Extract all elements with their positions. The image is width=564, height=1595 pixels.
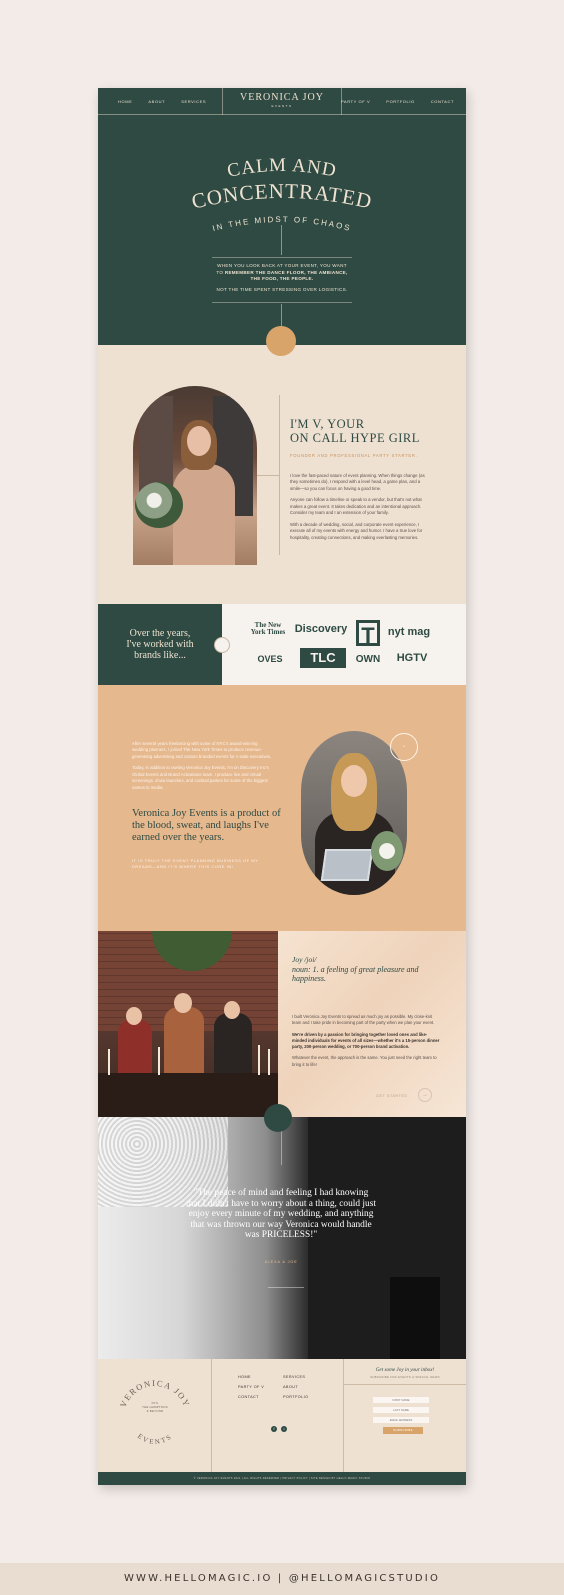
brand-logo-hgtv: HGTV: [396, 652, 428, 664]
team-photo: [98, 931, 278, 1117]
arrow-right-icon[interactable]: →: [418, 1088, 432, 1102]
footer-home-link[interactable]: HOME: [238, 1375, 283, 1379]
footer-social-icons: f ○: [271, 1426, 287, 1432]
groom-suit-shape: [390, 1277, 440, 1359]
newsletter-subtitle: SUBSCRIBE FOR EVENTS & SPECIAL NEWS: [370, 1375, 440, 1379]
brands-section: Over the years, I've worked with brands …: [98, 604, 466, 685]
email-field[interactable]: [373, 1417, 429, 1423]
veronica-photo: [301, 731, 407, 895]
team-section: Joy /joi/ noun: 1. a feeling of great pl…: [98, 931, 466, 1117]
footer-logo[interactable]: VERONICA JOY EVENTS NYC THE HAMPTONS & B…: [98, 1359, 212, 1472]
hero-text-line-2: TO REMEMBER THE DANCE FLOOR, THE AMBIANC…: [216, 269, 348, 275]
nav-services-link[interactable]: SERVICES: [181, 99, 206, 104]
team-paragraph-2: We're driven by a passion for bringing t…: [292, 1031, 440, 1050]
hero-intro-text: WHEN YOU LOOK BACK AT YOUR EVENT, YOU WA…: [198, 263, 366, 294]
footer-portfolio-link[interactable]: PORTFOLIO: [283, 1395, 328, 1399]
definition-meaning: noun: 1. a feeling of great pleasure and…: [292, 965, 419, 984]
facebook-icon[interactable]: f: [271, 1426, 277, 1432]
brands-arrow-circle: [214, 637, 230, 653]
nav-contact-link[interactable]: CONTACT: [431, 99, 454, 104]
about-paragraph-3: With a decade of wedding, social, and co…: [290, 521, 423, 540]
nav-home-link[interactable]: HOME: [118, 99, 132, 104]
footer-services-link[interactable]: SERVICES: [283, 1375, 328, 1379]
brand-logo-t: T: [356, 620, 380, 648]
nav-party-of-v-link[interactable]: PARTY OF V: [341, 99, 370, 104]
story-section: After several years freelancing with som…: [98, 685, 466, 931]
team-paragraph-1: I built Veronica Joy Events to spread as…: [292, 1014, 435, 1026]
testimonial-quote: "The peace of mind and feeling I had kno…: [186, 1188, 376, 1241]
hero-text-line-1: WHEN YOU LOOK BACK AT YOUR EVENT, YOU WA…: [217, 263, 347, 268]
brand-logo-discovery: Discovery: [294, 623, 348, 635]
get-started-link[interactable]: GET STARTED: [376, 1094, 408, 1098]
hero-divider-vertical: [281, 225, 282, 255]
story-paragraph-2: Today, in addition to owning Veronica Jo…: [132, 765, 269, 790]
brand-logo-tlc: TLC: [300, 648, 346, 668]
brand-logo-own: OWN: [355, 654, 381, 665]
hero-divider-vertical-2: [281, 304, 282, 326]
about-body: I love the fast-paced nature of event pl…: [290, 473, 430, 546]
footer-nav-grid: HOME SERVICES PARTY OF V ABOUT CONTACT P…: [238, 1375, 328, 1399]
definition-word: Joy /joi/: [292, 955, 317, 964]
story-badge-circle: ●: [390, 733, 418, 761]
about-divider-vertical: [279, 395, 280, 555]
studio-credit-bar: WWW.HELLOMAGIC.IO | @HELLOMAGICSTUDIO: [0, 1563, 564, 1595]
hero-rule-bottom: [212, 302, 352, 303]
newsletter-signup: Get some Joy in your inbox! SUBSCRIBE FO…: [344, 1359, 466, 1472]
brand-logo-nyt: The New York Times: [250, 621, 286, 636]
hero-rule-top: [212, 257, 352, 258]
footer-party-of-v-link[interactable]: PARTY OF V: [238, 1385, 283, 1389]
site-footer: VERONICA JOY EVENTS NYC THE HAMPTONS & B…: [98, 1359, 466, 1472]
team-paragraph-3: Whatever the event, the approach is the …: [292, 1055, 437, 1067]
hero-section: HOME ABOUT SERVICES VERONICA JOY EVENTS …: [98, 88, 466, 345]
story-paragraph-1: After several years freelancing with som…: [132, 741, 272, 759]
site-logo[interactable]: VERONICA JOY EVENTS: [222, 88, 342, 115]
gold-accent-circle: [266, 326, 296, 356]
footer-contact-link[interactable]: CONTACT: [238, 1395, 283, 1399]
brands-heading: Over the years, I've worked with brands …: [98, 604, 222, 685]
site-logo-sub: EVENTS: [271, 104, 293, 108]
first-name-field[interactable]: [373, 1397, 429, 1403]
footer-about-link[interactable]: ABOUT: [283, 1385, 328, 1389]
copyright-bar: © VERONICA JOY EVENTS 2021 | ALL RIGHTS …: [98, 1472, 466, 1485]
hero-line-2: CONCENTRATED: [189, 179, 374, 214]
footer-logo-tagline: NYC THE HAMPTONS & BEYOND: [142, 1401, 168, 1414]
story-quote: Veronica Joy Events is a product of the …: [132, 808, 281, 843]
nav-left-group: HOME ABOUT SERVICES: [118, 88, 206, 115]
footer-logo-ring: VERONICA JOY EVENTS: [118, 1378, 191, 1446]
about-paragraph-2: Anyone can follow a timeline or speak to…: [290, 497, 422, 516]
about-subtitle: FOUNDER AND PROFESSIONAL PARTY STARTER.: [290, 453, 418, 458]
subscribe-button[interactable]: SUBSCRIBE: [383, 1427, 423, 1434]
nav-right-group: PARTY OF V PORTFOLIO CONTACT: [341, 88, 454, 115]
newsletter-title: Get some Joy in your inbox!: [375, 1367, 435, 1373]
newsletter-divider: [344, 1384, 466, 1385]
story-caption: IT IS TRULY THE EVENT PLANNING BUSINESS …: [132, 858, 259, 869]
instagram-icon[interactable]: ○: [281, 1426, 287, 1432]
brand-logo-nytmag: nyt mag: [387, 626, 431, 638]
testimonial-section: "The peace of mind and feeling I had kno…: [98, 1117, 466, 1359]
website-mockup: HOME ABOUT SERVICES VERONICA JOY EVENTS …: [98, 88, 466, 1485]
about-paragraph-1: I love the fast-paced nature of event pl…: [290, 473, 425, 491]
testimonial-rule: [268, 1287, 304, 1288]
top-navigation: HOME ABOUT SERVICES VERONICA JOY EVENTS …: [98, 88, 466, 115]
nav-portfolio-link[interactable]: PORTFOLIO: [386, 99, 414, 104]
footer-navigation: HOME SERVICES PARTY OF V ABOUT CONTACT P…: [212, 1359, 344, 1472]
about-section: I'M V, YOUR ON CALL HYPE GIRL FOUNDER AN…: [98, 345, 466, 604]
footer-logo-bottom: EVENTS: [136, 1432, 174, 1446]
hero-text-line-4: NOT THE TIME SPENT STRESSING OVER LOGIST…: [216, 286, 348, 292]
hero-line-1: CALM AND: [225, 155, 338, 182]
site-logo-name: VERONICA JOY: [240, 92, 324, 103]
team-body: I built Veronica Joy Events to spread as…: [292, 1014, 442, 1073]
teal-accent-circle: [264, 1104, 292, 1132]
definition-panel: Joy /joi/ noun: 1. a feeling of great pl…: [278, 931, 466, 1117]
last-name-field[interactable]: [373, 1407, 429, 1413]
nav-about-link[interactable]: ABOUT: [148, 99, 165, 104]
about-connector-line: [257, 475, 279, 476]
about-title: I'M V, YOUR ON CALL HYPE GIRL: [290, 417, 420, 446]
hero-headline: CALM AND CONCENTRATED IN THE MIDST OF CH…: [189, 155, 374, 233]
brand-logo-oves: OVES: [257, 654, 283, 664]
testimonial-author: ALEXA & JOE: [264, 1260, 298, 1264]
hero-text-line-3: THE FOOD, THE PEOPLE.: [250, 276, 314, 282]
founder-photo: [133, 386, 257, 565]
story-body: After several years freelancing with som…: [132, 741, 272, 796]
